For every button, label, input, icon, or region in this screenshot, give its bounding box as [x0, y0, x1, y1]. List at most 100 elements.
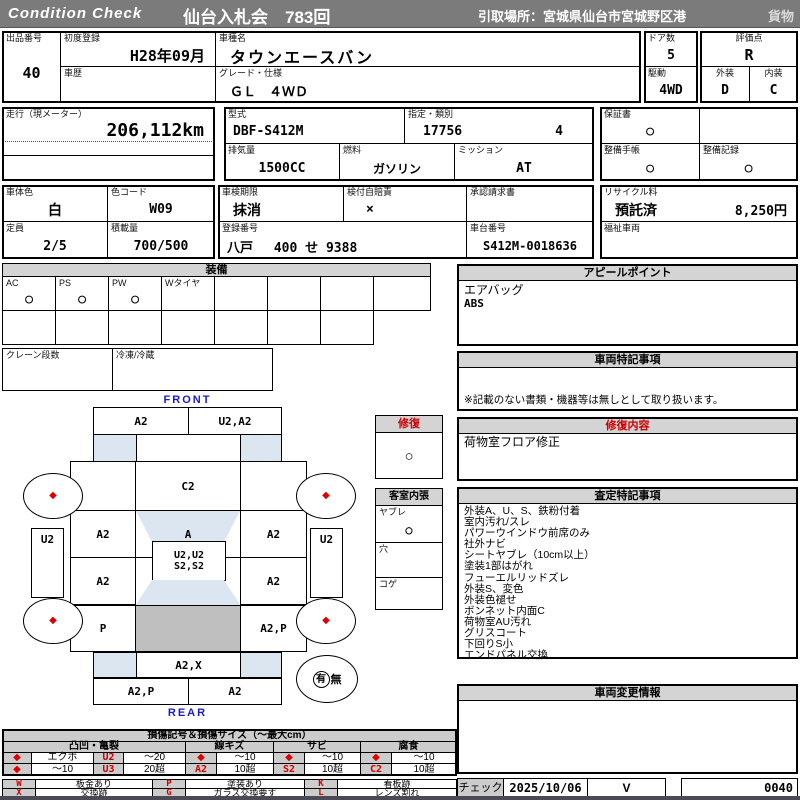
field-model-name: 車種名 タウンエースバン — [215, 31, 641, 67]
field-displacement: 排気量 1500CC — [224, 143, 340, 181]
legend-scratch-size: 10超 — [216, 763, 274, 776]
crane-label: クレーン段数 — [6, 350, 60, 360]
zone-rear-bumper-right: A2 — [188, 678, 282, 705]
equipment-ac-label: AC — [6, 278, 19, 288]
zone-side-left: U2 — [31, 528, 64, 598]
field-insurance: 検付自賠責 × — [343, 185, 467, 222]
field-color-code: 色コード W09 — [107, 185, 215, 222]
drive-label: 駆動 — [648, 68, 667, 78]
appeal-line: ABS — [464, 297, 484, 310]
spare-absent-mark: 無 — [330, 674, 342, 686]
chassis-number-value: S412M-0018636 — [483, 239, 577, 253]
roof-marks-2: S2,S2 — [173, 561, 205, 572]
repair-details-header: 修復内容 — [459, 419, 796, 434]
fuel-label: 燃料 — [343, 145, 362, 155]
zone-cowl-right — [240, 434, 282, 462]
mission-label: ミッション — [458, 145, 504, 155]
cabin-tear-mark: ○ — [405, 523, 413, 537]
cabin-tear-label: ヤブレ — [379, 507, 407, 517]
legend-code-s2: S2 — [273, 763, 305, 776]
score-value: R — [744, 46, 754, 64]
field-registration-number: 登録番号 八戸 400 せ 9388 — [218, 221, 467, 259]
field-maintenance-record: 整備記録 ○ — [699, 143, 798, 181]
repair-flag-box: 修復 ○ — [375, 415, 443, 479]
check-label: チェック — [457, 778, 504, 797]
assessment-line: エンドパネル交換 — [464, 649, 548, 662]
first-registration-label: 初度登録 — [64, 33, 101, 43]
wheel-rear-left: ◆ — [23, 598, 83, 644]
cabin-row-hole: 穴 — [376, 543, 442, 578]
maintenance-book-mark: ○ — [646, 160, 654, 176]
cabin-burn-label: コゲ — [379, 579, 398, 589]
legend-corrosion-size: 10超 — [391, 763, 457, 776]
rear-window-glass — [135, 580, 241, 606]
cabin-lining-box: 客室内張 ヤブレ ○ 穴 コゲ — [375, 488, 443, 610]
odometer-label: 走行（現メーター） — [6, 109, 88, 119]
vehicle-notes-footer: ※記載のない書類・機器等は無しとして取り扱います。 — [464, 394, 724, 406]
field-odometer: 走行（現メーター） 206,112km — [2, 107, 215, 181]
score-label: 評価点 — [735, 33, 763, 43]
spare-tire-indicator: 有 無 — [296, 655, 358, 703]
body-color-label: 車体色 — [6, 187, 34, 197]
model-name-value: タウンエースバン — [230, 50, 375, 67]
repair-details-panel: 修復内容 荷物室フロア修正 — [457, 417, 798, 481]
displacement-label: 排気量 — [228, 145, 256, 155]
equipment-cell-empty — [267, 276, 321, 311]
doors-value: 5 — [667, 47, 675, 63]
equipment-wtire-label: Wタイヤ — [165, 278, 201, 288]
roof-marks-1: U2,U2 — [173, 550, 205, 561]
field-interior: 内装 C — [749, 66, 798, 103]
interior-label: 内装 — [764, 68, 783, 78]
zone-rear-corner-left — [93, 652, 137, 678]
field-welfare-vehicle: 福祉車両 — [600, 221, 798, 259]
appeal-points-panel: アピールポイント エアバッグ ABS — [457, 264, 798, 346]
wheel-rear-right: ◆ — [296, 598, 356, 644]
damage-diamond-icon: ◆ — [322, 490, 330, 501]
zone-front-panel: C2 — [135, 461, 241, 511]
odometer-spacer — [3, 142, 214, 156]
color-code-label: 色コード — [111, 187, 148, 197]
cabin-burn-mark — [376, 590, 442, 610]
registration-number-label: 登録番号 — [222, 223, 259, 233]
vehicle-change-panel: 車両変更情報 — [457, 684, 798, 774]
lot-number-value: 40 — [22, 64, 41, 82]
exterior-value: D — [721, 83, 729, 98]
crane-value — [3, 361, 112, 390]
zone-cowl-center — [136, 434, 241, 462]
damage-diamond-icon: ◆ — [322, 615, 330, 626]
repair-flag-header: 修復 — [376, 416, 442, 433]
load-capacity-label: 積載量 — [111, 223, 139, 233]
auction-title: 仙台入札会 783回 — [183, 8, 331, 27]
grade-value: ＧＬ ４ＷＤ — [230, 85, 309, 100]
equipment-cell-empty — [373, 276, 431, 311]
legend-dent-text: ～10 — [31, 763, 94, 776]
cabin-row-burn: コゲ — [376, 578, 442, 610]
field-load-capacity: 積載量 700/500 — [107, 221, 215, 259]
field-first-registration: 初度登録 H28年09月 — [60, 31, 216, 67]
field-mission: ミッション AT — [454, 143, 594, 181]
capacity-label: 定員 — [6, 223, 25, 233]
category-badge: 貨物 — [767, 9, 794, 24]
zone-rear-panel: A2,X — [136, 652, 241, 678]
vehicle-history-label: 車歴 — [64, 68, 83, 78]
legend-diamond-icon: ◆ — [2, 763, 32, 776]
recycle-fee-label: リサイクル料 — [604, 187, 658, 197]
maintenance-record-label: 整備記録 — [703, 145, 740, 155]
equipment-cell-ps: PS ○ — [55, 276, 109, 311]
zone-fender-right: A2 — [240, 510, 307, 558]
mission-value: AT — [516, 160, 532, 176]
maintenance-book-label: 整備手帳 — [604, 145, 641, 155]
brand-logo: Condition Check — [8, 5, 143, 22]
field-grade: グレード・仕様 ＧＬ ４ＷＤ — [215, 66, 641, 103]
field-body-color: 車体色 白 — [2, 185, 108, 222]
type-number: 17756 — [423, 124, 463, 139]
field-crane: クレーン段数 — [2, 348, 113, 391]
front-label: FRONT — [163, 394, 212, 406]
equipment-cell-empty — [267, 310, 321, 345]
recycle-fee-values: 預託済 8,250円 — [601, 198, 797, 221]
zone-rear-corner-right — [240, 652, 282, 678]
equipment-cell-pw: PW ○ — [108, 276, 162, 311]
field-maintenance-book: 整備手帳 ○ — [600, 143, 700, 181]
legend-code-u3: U3 — [93, 763, 124, 776]
type-class-values: 17756 4 — [405, 120, 593, 143]
